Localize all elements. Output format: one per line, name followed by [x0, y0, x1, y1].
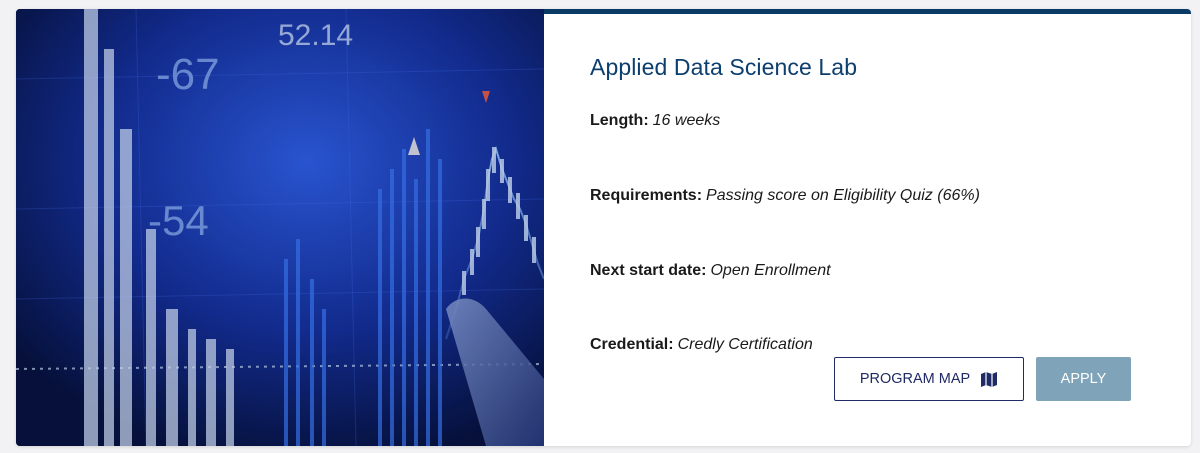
- start-date-field: Next start date: Open Enrollment: [590, 262, 831, 280]
- apply-button[interactable]: APPLY: [1036, 357, 1131, 401]
- program-map-label: PROGRAM MAP: [859, 371, 971, 387]
- program-details: Applied Data Science Lab Length: 16 weeks…: [590, 54, 1160, 354]
- accent-bar: [544, 9, 1191, 14]
- stock-chart-image: -67 52.14 -54: [16, 9, 544, 446]
- length-value: 16 weeks: [652, 112, 721, 129]
- requirements-value: Passing score on Eligibility Quiz (66%): [706, 187, 980, 204]
- credential-field: Credential: Credly Certification: [590, 336, 813, 354]
- credential-label: Credential:: [590, 336, 674, 353]
- map-icon: [980, 371, 998, 387]
- length-field: Length: 16 weeks: [590, 112, 720, 130]
- requirements-label: Requirements:: [590, 187, 703, 204]
- requirements-field: Requirements: Passing score on Eligibilit…: [590, 187, 980, 205]
- program-map-button[interactable]: PROGRAM MAP: [834, 357, 1024, 401]
- start-date-label: Next start date:: [590, 262, 707, 279]
- length-label: Length:: [590, 112, 649, 129]
- hero-image: -67 52.14 -54: [16, 9, 544, 446]
- program-title: Applied Data Science Lab: [590, 54, 858, 80]
- start-date-value: Open Enrollment: [710, 262, 831, 279]
- credential-value: Credly Certification: [677, 336, 813, 353]
